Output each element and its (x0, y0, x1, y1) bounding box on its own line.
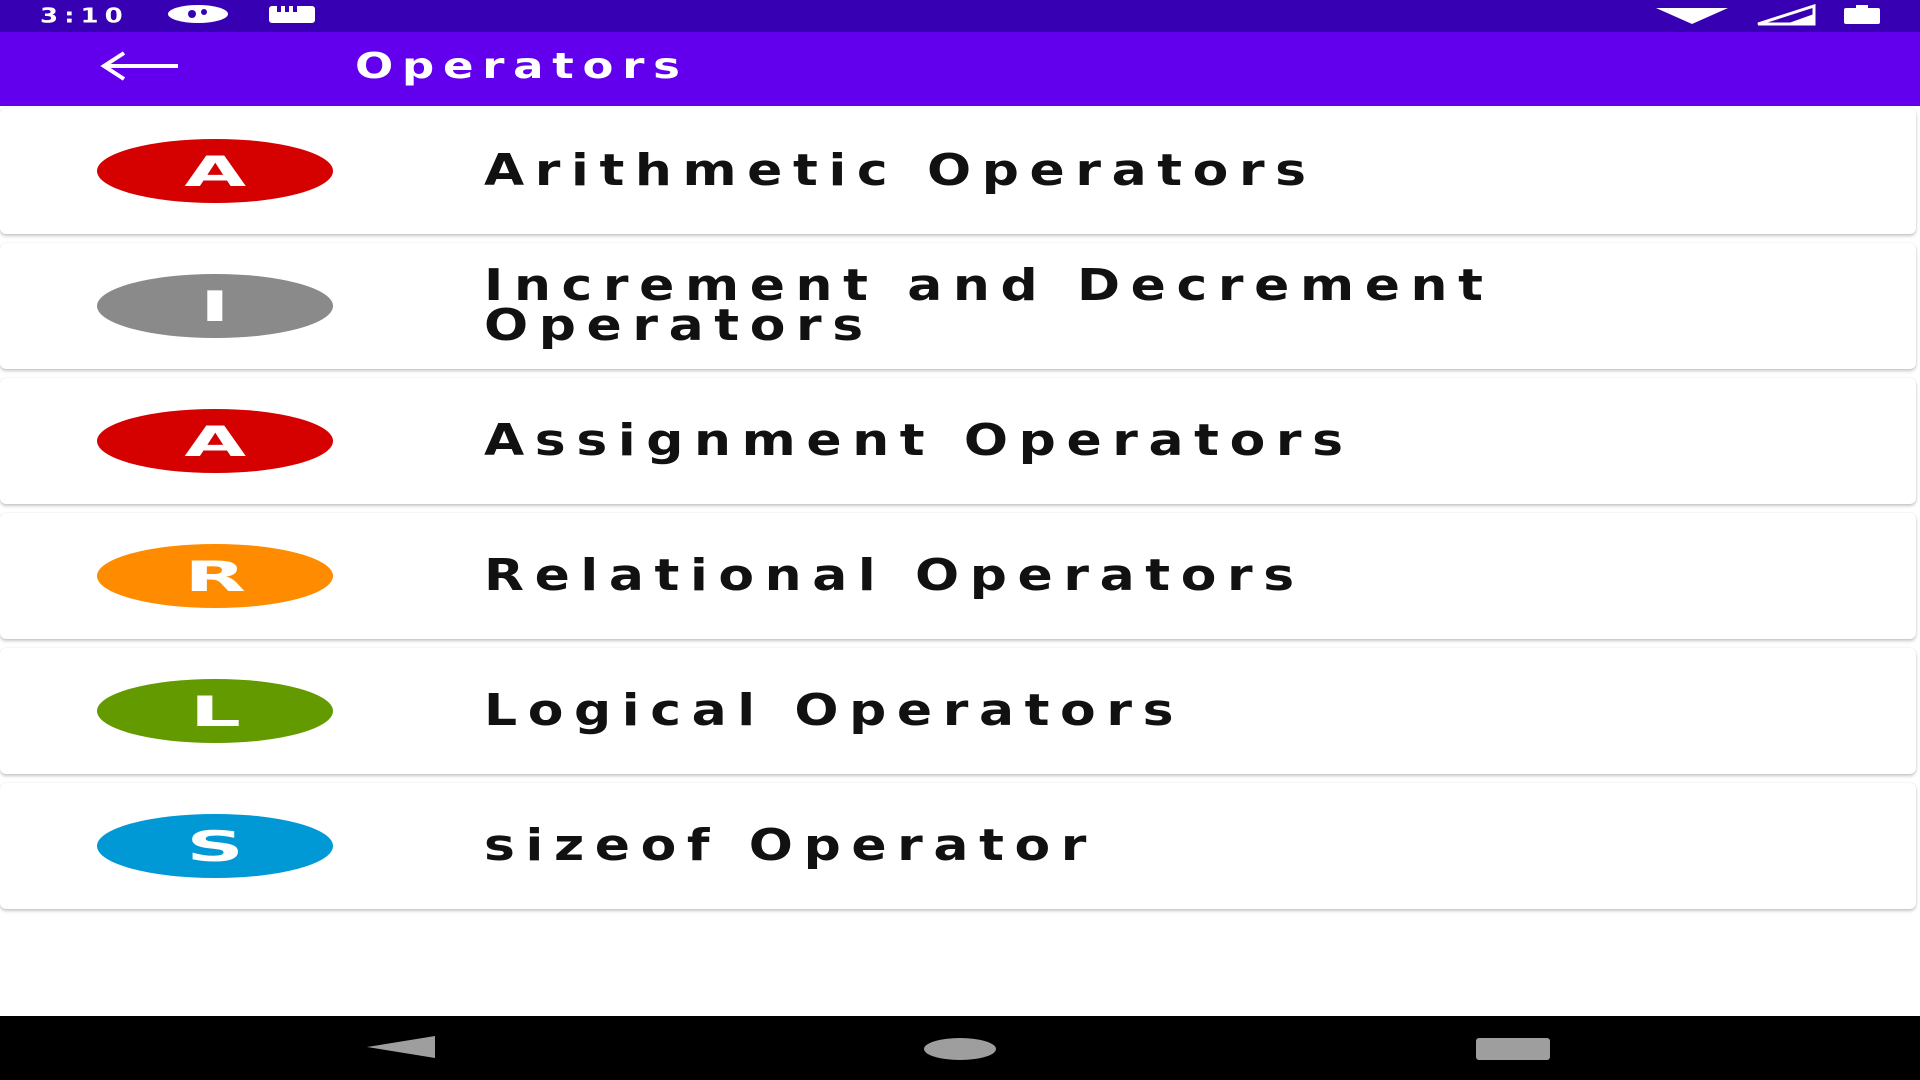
letter-avatar: L (97, 679, 333, 743)
list-item-assignment[interactable]: A Assignment Operators (0, 378, 1916, 504)
list-item-arithmetic[interactable]: A Arithmetic Operators (0, 108, 1916, 234)
app-bar: Operators (0, 32, 1920, 106)
page-title: Operators (355, 46, 689, 87)
letter-avatar: R (97, 544, 333, 608)
wifi-icon (1654, 4, 1730, 30)
status-bar: 3:10 (0, 0, 1920, 32)
nav-recents-icon[interactable] (1476, 1038, 1550, 1060)
back-button[interactable] (92, 46, 188, 90)
signal-icon (1756, 3, 1816, 30)
list-item-increment-decrement[interactable]: I Increment and Decrement Operators (0, 243, 1916, 369)
list-item-title: sizeof Operator (484, 820, 1098, 871)
list-item-title: Arithmetic Operators (484, 145, 1317, 196)
letter-avatar: I (97, 274, 333, 338)
letter-avatar: A (97, 409, 333, 473)
list-item-title: Logical Operators (484, 685, 1185, 736)
list-item-title: Assignment Operators (484, 415, 1354, 466)
status-time: 3:10 (40, 4, 129, 28)
notification-icon (163, 3, 233, 29)
list-item-logical[interactable]: L Logical Operators (0, 648, 1916, 774)
arrow-back-icon (98, 51, 182, 85)
list-item-relational[interactable]: R Relational Operators (0, 513, 1916, 639)
battery-icon (1842, 4, 1882, 30)
list-item-sizeof[interactable]: S sizeof Operator (0, 783, 1916, 909)
nav-home-icon[interactable] (924, 1038, 996, 1060)
letter-avatar: S (97, 814, 333, 878)
navigation-bar (0, 1016, 1920, 1080)
list-item-title: Relational Operators (484, 550, 1305, 601)
letter-avatar: A (97, 139, 333, 203)
nav-back-icon[interactable] (365, 1034, 437, 1064)
operators-list: A Arithmetic Operators I Increment and D… (0, 108, 1920, 918)
list-item-title: Increment and Decrement Operators (484, 260, 1494, 351)
sd-card-icon (267, 3, 317, 29)
